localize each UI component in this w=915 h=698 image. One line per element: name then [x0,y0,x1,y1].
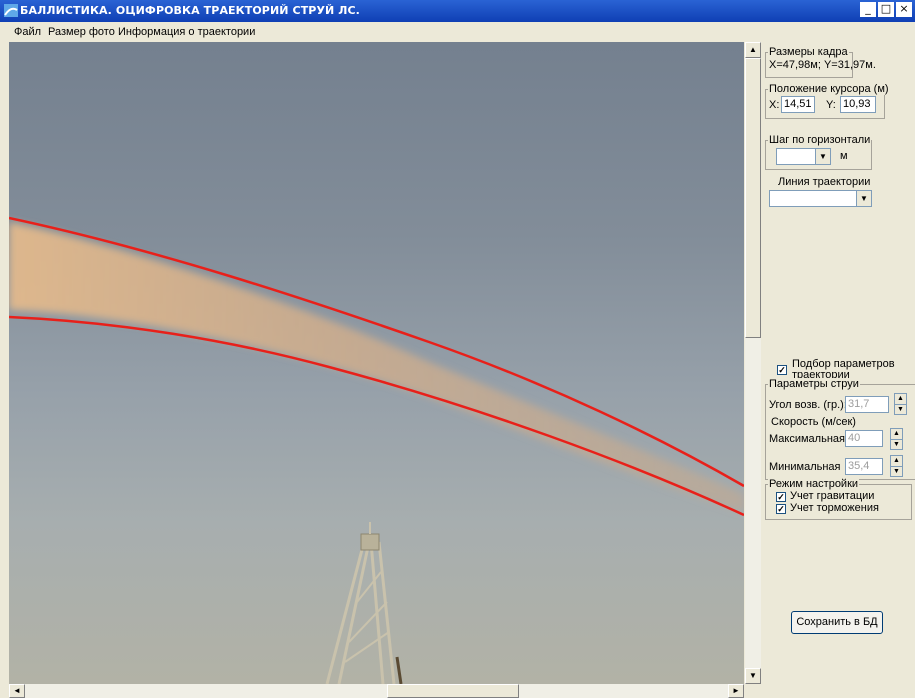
photo-image [9,216,744,684]
fit-params-checkbox[interactable]: ✓ [777,365,787,375]
frame-size-value: X=47,98м; Y=31,97м. [769,59,876,71]
close-button[interactable]: × [896,2,912,17]
dropdown-arrow-icon[interactable]: ▼ [856,191,871,206]
check-icon: ✓ [778,365,786,375]
mode-legend: Режим настройки [768,478,860,490]
trajectory-line-select[interactable]: ▼ [769,190,872,207]
jet-params-legend: Параметры струи [768,378,860,390]
angle-label: Угол возв. (гр.): [769,399,847,411]
horizontal-step-unit: м [840,150,848,162]
dropdown-arrow-icon[interactable]: ▼ [815,149,830,164]
crane-structure [325,522,403,684]
spin-down-icon[interactable]: ▼ [895,405,906,415]
jet-params-group: Параметры струи Угол возв. (гр.): 31,7 ▲… [765,378,915,480]
scroll-right-arrow-icon[interactable]: ► [728,684,744,698]
scroll-left-arrow-icon[interactable]: ◄ [9,684,25,698]
drag-checkbox[interactable]: ✓ [776,504,786,514]
speed-legend: Скорость (м/сек) [770,416,857,428]
minimize-button[interactable]: _ [860,2,876,17]
frame-size-group: Размеры кадра X=47,98м; Y=31,97м. [765,46,876,78]
frame-size-legend: Размеры кадра [768,46,849,58]
gravity-label: Учет гравитации [790,490,875,502]
vertical-scroll-thumb[interactable] [745,58,761,338]
min-speed-spinner[interactable]: ▲ ▼ [890,455,903,477]
menu-bar: Файл Размер фото Информация о траектории [0,22,915,42]
max-speed-field[interactable]: 40 [845,430,883,447]
cursor-x-label: X: [769,99,780,111]
spin-up-icon[interactable]: ▲ [891,429,902,440]
horizontal-step-legend: Шаг по горизонтали [768,134,872,146]
check-icon: ✓ [777,492,785,502]
spin-down-icon[interactable]: ▼ [891,467,902,477]
cursor-position-group: Положение курсора (м) X: 14,51 Y: 10,93 [765,83,890,119]
trajectory-line-label: Линия траектории [778,176,871,188]
mode-group: Режим настройки ✓ Учет гравитации ✓ Учет… [765,478,912,520]
max-speed-spinner[interactable]: ▲ ▼ [890,428,903,450]
angle-spinner[interactable]: ▲ ▼ [894,393,907,415]
horizontal-step-group: Шаг по горизонтали ▼ м [765,134,872,170]
min-speed-field[interactable]: 35,4 [845,458,883,475]
maximize-button[interactable]: □ [878,2,894,17]
spin-up-icon[interactable]: ▲ [895,394,906,405]
cursor-y-label: Y: [826,99,836,111]
title-bar: БАЛЛИСТИКА. ОЦИФРОВКА ТРАЕКТОРИЙ СТРУЙ Л… [0,0,915,22]
horizontal-step-select[interactable]: ▼ [776,148,831,165]
menu-trajectory-info[interactable]: Информация о траектории [118,26,255,38]
cursor-position-legend: Положение курсора (м) [768,83,890,95]
scroll-up-arrow-icon[interactable]: ▲ [745,42,761,58]
cursor-x-field[interactable]: 14,51 [781,96,815,113]
gravity-checkbox[interactable]: ✓ [776,492,786,502]
photo-canvas[interactable] [9,42,744,684]
menu-photo-size[interactable]: Размер фото [48,26,115,38]
horizontal-scrollbar[interactable]: ◄ ► [9,684,744,698]
min-speed-label: Минимальная [769,461,841,473]
speed-group: Скорость (м/сек) Максимальная 40 ▲ ▼ Мини… [768,416,912,477]
spin-up-icon[interactable]: ▲ [891,456,902,467]
scroll-down-arrow-icon[interactable]: ▼ [745,668,761,684]
spin-down-icon[interactable]: ▼ [891,440,902,450]
window-title: БАЛЛИСТИКА. ОЦИФРОВКА ТРАЕКТОРИЙ СТРУЙ Л… [20,4,360,17]
menu-file[interactable]: Файл [14,26,41,38]
angle-field[interactable]: 31,7 [845,396,889,413]
control-panel: Размеры кадра X=47,98м; Y=31,97м. Положе… [761,42,915,698]
horizontal-scroll-thumb[interactable] [387,684,519,698]
check-icon: ✓ [777,504,785,514]
cursor-y-field[interactable]: 10,93 [840,96,876,113]
save-to-db-button[interactable]: Сохранить в БД [791,611,883,634]
drag-label: Учет торможения [790,502,879,514]
app-icon [4,4,18,17]
max-speed-label: Максимальная [769,433,845,445]
vertical-scrollbar[interactable]: ▲ ▼ [745,42,761,684]
